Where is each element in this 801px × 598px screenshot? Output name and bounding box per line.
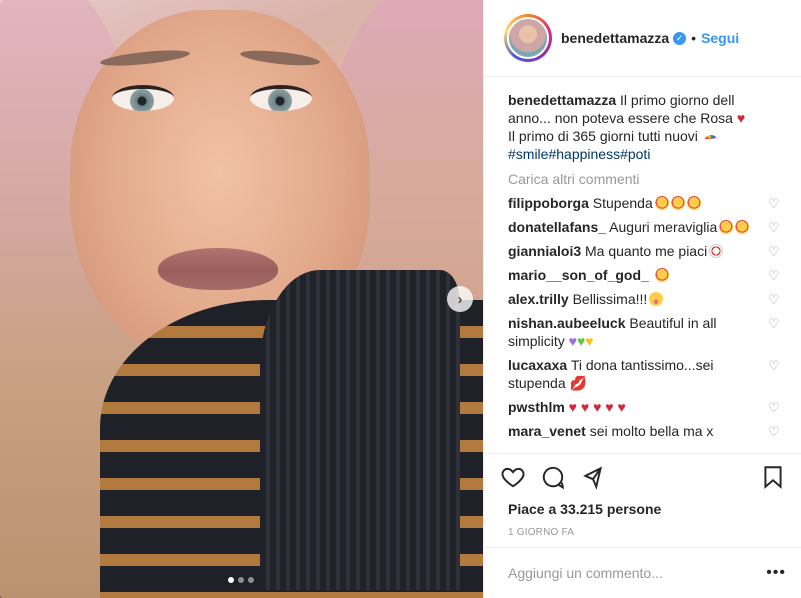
comment-like-icon[interactable]: ♡ (768, 358, 782, 374)
follow-button[interactable]: Segui (701, 30, 739, 46)
photo-eye-right (250, 85, 312, 111)
comment-like-icon[interactable]: ♡ (768, 244, 782, 260)
photo-lips (158, 248, 278, 290)
comment-username[interactable]: nishan.aubeeluck (508, 315, 625, 331)
comment-text: sei molto bella ma x (589, 423, 714, 439)
share-icon[interactable] (580, 464, 606, 490)
comment-row: filippoborga Stupenda ♡ (508, 191, 780, 215)
comment-row: giannialoi3 Ma quanto me piaci ♡ (508, 239, 780, 263)
star-eyes-emoji (670, 196, 685, 210)
action-icons (500, 454, 786, 500)
comment-row: lucaxaxa Ti dona tantissimo...sei stupen… (508, 353, 780, 395)
comment-like-icon[interactable]: ♡ (768, 196, 782, 212)
star-eyes-emoji (654, 268, 669, 282)
comments-list[interactable]: benedettamazza Il primo giorno dell anno… (484, 77, 801, 453)
caption-line-2: Il primo di 365 giorni tutti nuovi (508, 128, 698, 144)
comment-like-icon[interactable]: ♡ (768, 268, 782, 284)
add-comment-bar: ••• (484, 547, 801, 598)
comment-like-icon[interactable]: ♡ (768, 220, 782, 236)
carousel-indicator (228, 577, 254, 583)
instagram-post: › benedettamazza ✓ • Segui benedettamazz… (0, 0, 801, 598)
star-eyes-emoji (735, 220, 750, 234)
comment-row: mara_venet sei molto bella ma x ♡ (508, 419, 780, 443)
post-caption: benedettamazza Il primo giorno dell anno… (508, 91, 778, 163)
comment-username[interactable]: lucaxaxa (508, 357, 567, 373)
verified-badge-icon: ✓ (673, 31, 687, 45)
comment-username[interactable]: giannialoi3 (508, 243, 581, 259)
rainbow-emoji (703, 135, 718, 143)
comment-row: mario__son_of_god_ ♡ (508, 263, 780, 287)
comment-username[interactable]: donatellafans_ (508, 219, 606, 235)
comment-row: nishan.aubeeluck Beautiful in all simpli… (508, 311, 780, 353)
post-header: benedettamazza ✓ • Segui (484, 0, 801, 77)
header-separator: • (691, 30, 697, 46)
comment-bubble-icon[interactable] (540, 464, 566, 490)
red-heart-emoji: ♥ ♥ ♥ ♥ ♥ (568, 399, 626, 415)
comment-row: alex.trilly Bellissima!!! ♡ (508, 287, 780, 311)
comment-row: donatellafans_ Auguri meraviglia ♡ (508, 215, 780, 239)
comment-text: Stupenda (592, 195, 653, 211)
post-side-panel: benedettamazza ✓ • Segui benedettamazza … (483, 0, 801, 598)
yellow-heart-emoji: ♥ (585, 333, 594, 349)
bookmark-icon[interactable] (760, 464, 786, 490)
post-timestamp[interactable]: 1 GIORNO FA (508, 527, 786, 538)
comment-text: Bellissima!!! (572, 291, 648, 307)
carousel-next-button[interactable]: › (447, 286, 473, 312)
kiss-emoji: 💋 (569, 375, 587, 391)
caption-hashtags[interactable]: #smile#happiness#poti (508, 146, 650, 162)
comment-username[interactable]: alex.trilly (508, 291, 569, 307)
comment-input[interactable] (508, 565, 758, 581)
clown-emoji (709, 244, 724, 258)
avatar[interactable] (507, 17, 549, 59)
star-eyes-emoji (719, 220, 734, 234)
carousel-dot-active (228, 577, 234, 583)
comment-text: Ma quanto me piaci (585, 243, 708, 259)
comment-text: Auguri meraviglia (609, 219, 718, 235)
purple-heart-emoji: ♥ (568, 333, 577, 349)
heart-icon[interactable] (500, 464, 526, 490)
comment-username[interactable]: pwsthlm (508, 399, 565, 415)
caption-username[interactable]: benedettamazza (508, 92, 616, 108)
comment-like-icon[interactable]: ♡ (768, 316, 782, 332)
pink-heart-emoji: ♥ (736, 110, 746, 126)
carousel-dot (248, 577, 254, 583)
carousel-dot (238, 577, 244, 583)
comment-row: pwsthlm ♥ ♥ ♥ ♥ ♥ ♡ (508, 395, 780, 419)
header-username[interactable]: benedettamazza (561, 30, 669, 46)
post-photo[interactable]: › (0, 0, 483, 598)
load-more-comments[interactable]: Carica altri commenti (508, 171, 778, 187)
star-eyes-emoji (686, 196, 701, 210)
more-options-button[interactable]: ••• (766, 564, 786, 582)
comment-username[interactable]: mara_venet (508, 423, 586, 439)
comment-like-icon[interactable]: ♡ (768, 424, 782, 440)
story-ring[interactable] (504, 14, 552, 62)
chevron-right-icon: › (457, 290, 463, 308)
photo-sleeve (260, 270, 460, 590)
comment-like-icon[interactable]: ♡ (768, 292, 782, 308)
comment-like-icon[interactable]: ♡ (768, 400, 782, 416)
post-actions: Piace a 33.215 persone 1 GIORNO FA (484, 453, 801, 538)
photo-eye-left (112, 85, 174, 111)
yum-emoji (649, 292, 664, 306)
likes-count[interactable]: Piace a 33.215 persone (508, 501, 786, 517)
comment-username[interactable]: filippoborga (508, 195, 589, 211)
star-eyes-emoji (654, 196, 669, 210)
comment-username[interactable]: mario__son_of_god_ (508, 267, 649, 283)
